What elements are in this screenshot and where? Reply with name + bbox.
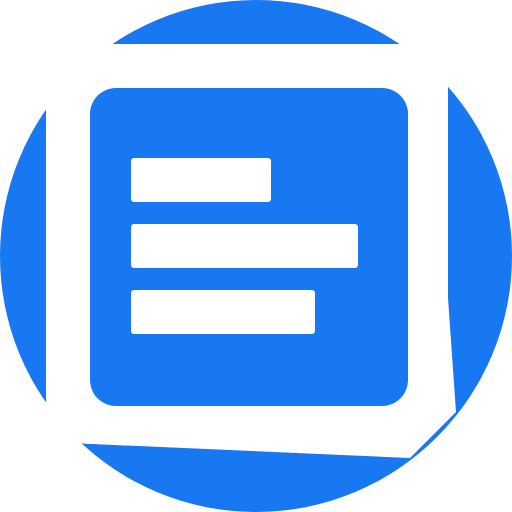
document-line-1: [131, 158, 271, 202]
document-line-3: [131, 290, 315, 334]
app-icon: [0, 0, 512, 512]
document-line-2: [131, 224, 358, 268]
document-lines-icon: [0, 0, 512, 512]
